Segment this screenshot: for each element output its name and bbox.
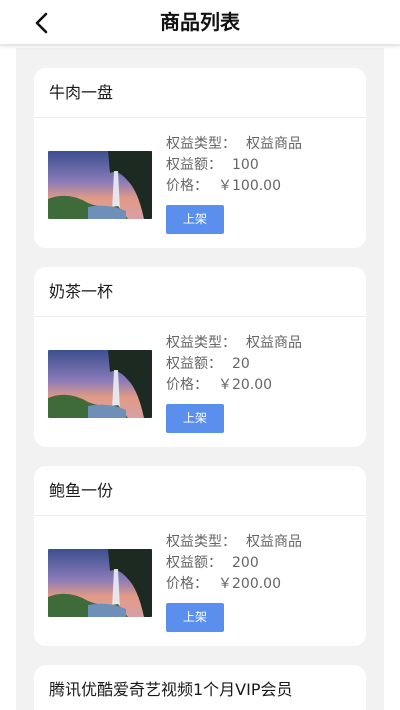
product-image bbox=[48, 549, 152, 617]
price-value: ￥200.00 bbox=[218, 576, 281, 592]
product-details: 权益类型： 权益商品 权益额： 200 价格： ￥200.00 上架 bbox=[34, 516, 366, 646]
benefit-type-label: 权益类型： bbox=[166, 136, 236, 152]
benefit-amount-value: 200 bbox=[232, 555, 259, 571]
price-label: 价格： bbox=[166, 576, 208, 592]
product-image bbox=[48, 151, 152, 219]
product-name: 奶茶一杯 bbox=[34, 267, 366, 317]
benefit-amount-label: 权益额： bbox=[166, 157, 222, 173]
list-on-shelf-button[interactable]: 上架 bbox=[166, 603, 224, 632]
product-info: 权益类型： 权益商品 权益额： 20 价格： ￥20.00 bbox=[166, 333, 302, 396]
benefit-type-value: 权益商品 bbox=[246, 335, 302, 351]
benefit-type-label: 权益类型： bbox=[166, 335, 236, 351]
benefit-type-value: 权益商品 bbox=[246, 534, 302, 550]
price-value: ￥20.00 bbox=[218, 377, 273, 393]
list-on-shelf-button[interactable]: 上架 bbox=[166, 404, 224, 433]
product-card: 鲍鱼一份 权益类型： 权益商品 权益额： 200 价格： ￥200.00 上架 bbox=[34, 466, 366, 646]
product-name: 鲍鱼一份 bbox=[34, 466, 366, 516]
price-label: 价格： bbox=[166, 377, 208, 393]
list-on-shelf-button[interactable]: 上架 bbox=[166, 205, 224, 234]
product-info: 权益类型： 权益商品 权益额： 100 价格： ￥100.00 bbox=[166, 134, 302, 197]
product-info: 权益类型： 权益商品 权益额： 200 价格： ￥200.00 bbox=[166, 532, 302, 595]
page-title: 商品列表 bbox=[160, 10, 240, 34]
benefit-amount-label: 权益额： bbox=[166, 356, 222, 372]
product-details: 权益类型： 权益商品 权益额： 100 价格： ￥100.00 上架 bbox=[34, 118, 366, 248]
product-card: 奶茶一杯 权益类型： 权益商品 权益额： 20 价格： ￥20.00 上架 bbox=[34, 267, 366, 447]
benefit-amount-value: 100 bbox=[232, 157, 259, 173]
product-image bbox=[48, 350, 152, 418]
benefit-type-value: 权益商品 bbox=[246, 136, 302, 152]
benefit-type-label: 权益类型： bbox=[166, 534, 236, 550]
benefit-amount-label: 权益额： bbox=[166, 555, 222, 571]
top-nav-bar: 商品列表 bbox=[0, 0, 400, 46]
product-list: 牛肉一盘 权益类型： 权益商品 权益额： 100 价格： ￥100.00 上架 … bbox=[16, 48, 384, 710]
product-card: 牛肉一盘 权益类型： 权益商品 权益额： 100 价格： ￥100.00 上架 bbox=[34, 68, 366, 248]
price-value: ￥100.00 bbox=[218, 178, 281, 194]
product-card: 腾讯优酷爱奇艺视频1个月VIP会员 bbox=[34, 665, 366, 710]
product-name: 牛肉一盘 bbox=[34, 68, 366, 118]
price-label: 价格： bbox=[166, 178, 208, 194]
product-details: 权益类型： 权益商品 权益额： 20 价格： ￥20.00 上架 bbox=[34, 317, 366, 447]
benefit-amount-value: 20 bbox=[232, 356, 250, 372]
product-name: 腾讯优酷爱奇艺视频1个月VIP会员 bbox=[34, 665, 366, 710]
